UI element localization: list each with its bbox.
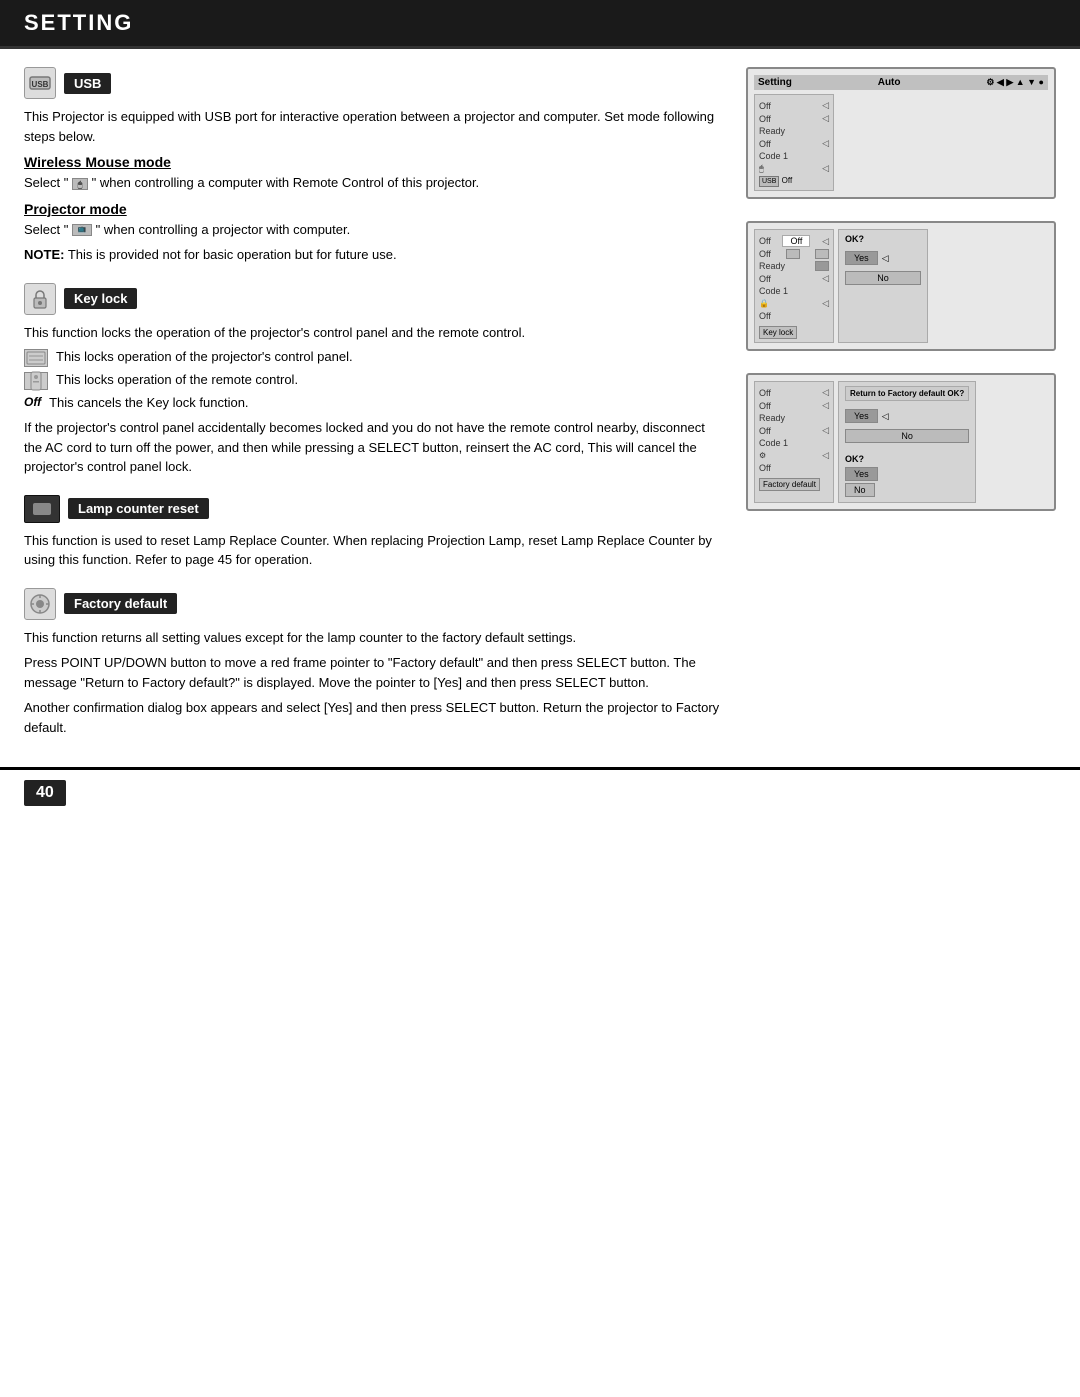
key-lock-label: Key lock [64, 288, 137, 309]
lamp-counter-section-heading: Lamp counter reset [24, 495, 726, 523]
usb-note: NOTE: This is provided not for basic ope… [24, 245, 726, 265]
factory-default-label: Factory default [64, 593, 177, 614]
fd-row-4: Off ◁ [759, 425, 829, 436]
usb-label: USB [64, 73, 111, 94]
bullet-remote-text: This locks operation of the remote contr… [56, 371, 298, 389]
fd-no2-btn: No [845, 483, 875, 497]
usb-screen-icons: ⚙ ◀ ▶ ▲ ▼ ● [986, 77, 1044, 88]
off-icon: Off [24, 394, 41, 411]
usb-screen-usb-label: USB Off [759, 176, 829, 187]
fd-row-2: Off ◁ [759, 400, 829, 411]
wireless-mouse-text: Select " 🖱 " when controlling a computer… [24, 173, 726, 193]
kl-row-3: Ready [759, 261, 829, 271]
fd-yes-btn: Yes [845, 409, 878, 423]
factory-default-body2: Press POINT UP/DOWN button to move a red… [24, 653, 726, 692]
usb-row-5: Code 1 [759, 151, 829, 161]
projector-mode-heading: Projector mode [24, 201, 726, 217]
usb-screen-panel: Off ◁ Off ◁ Ready Off ◁ Code [754, 94, 834, 191]
usb-screen-mockup: Setting Auto ⚙ ◀ ▶ ▲ ▼ ● Off ◁ Off ◁ Rea… [746, 67, 1056, 199]
kl-row-7: Off [759, 311, 829, 321]
bullet-remote-lock: This locks operation of the remote contr… [24, 371, 726, 390]
page-number: 40 [24, 780, 66, 806]
page-footer: 40 [0, 767, 1080, 816]
fd-row-7: Off [759, 463, 829, 473]
kl-no-btn: No [845, 271, 921, 285]
left-column: USB USB This Projector is equipped with … [24, 67, 726, 743]
usb-screen-body: Off ◁ Off ◁ Ready Off ◁ Code [754, 94, 1048, 191]
lamp-counter-label: Lamp counter reset [68, 498, 209, 519]
factory-default-body1: This function returns all setting values… [24, 628, 726, 648]
factory-tag: Factory default [759, 478, 820, 491]
lamp-counter-icon [24, 495, 60, 523]
usb-row-3: Ready [759, 126, 829, 136]
factory-default-body3: Another confirmation dialog box appears … [24, 698, 726, 737]
usb-screen-topbar: Setting Auto ⚙ ◀ ▶ ▲ ▼ ● [754, 75, 1048, 90]
page-header: SETTING [0, 0, 1080, 46]
usb-row-6: 🖱 ◁ [759, 163, 829, 174]
usb-row-4: Off ◁ [759, 138, 829, 149]
key-lock-section-heading: Key lock [24, 283, 726, 315]
key-lock-screen-mockup: Off Off ◁ Off Ready Off [746, 221, 1056, 351]
factory-default-section-heading: Factory default [24, 588, 726, 620]
page-title: SETTING [24, 10, 133, 36]
kl-yes-btn: Yes [845, 251, 878, 265]
bullet-off: Off This cancels the Key lock function. [24, 394, 726, 412]
kl-ok-text: OK? [845, 234, 921, 244]
usb-row-2: Off ◁ [759, 113, 829, 124]
bullet-off-text: This cancels the Key lock function. [49, 394, 248, 412]
panel-lock-icon [24, 349, 48, 367]
usb-screen-setting-label: Setting [758, 77, 792, 88]
usb-screen-auto-label: Auto [878, 77, 901, 88]
remote-lock-icon [24, 372, 48, 390]
projector-mode-text: Select " 📺 " when controlling a projecto… [24, 220, 726, 240]
kl-row-4: Off ◁ [759, 273, 829, 284]
fd-no-btn: No [845, 429, 969, 443]
usb-intro: This Projector is equipped with USB port… [24, 107, 726, 146]
fd-yes2-btn: Yes [845, 467, 878, 481]
bullet-panel-text: This locks operation of the projector's … [56, 348, 353, 366]
kl-row-5: Code 1 [759, 286, 829, 296]
right-column: Setting Auto ⚙ ◀ ▶ ▲ ▼ ● Off ◁ Off ◁ Rea… [746, 67, 1056, 743]
factory-screen-panel: Off ◁ Off ◁ Ready Off ◁ Code [754, 381, 834, 503]
lamp-counter-body: This function is used to reset Lamp Repl… [24, 531, 726, 570]
kl-row-1: Off Off ◁ [759, 235, 829, 247]
factory-ok-panels: Return to Factory default OK? Yes ◁ No O… [838, 381, 976, 503]
bullet-panel-lock: This locks operation of the projector's … [24, 348, 726, 367]
fd-row-6: ⚙ ◁ [759, 450, 829, 461]
wireless-mouse-heading: Wireless Mouse mode [24, 154, 726, 170]
fd-row-3: Ready [759, 413, 829, 423]
usb-icon: USB [24, 67, 56, 99]
usb-row-1: Off ◁ [759, 100, 829, 111]
fd-row-1: Off ◁ [759, 387, 829, 398]
fd-row-5: Code 1 [759, 438, 829, 448]
key-lock-tag: Key lock [759, 326, 797, 339]
factory-screen-body: Off ◁ Off ◁ Ready Off ◁ Code [754, 381, 1048, 503]
factory-return-text: Return to Factory default OK? [845, 386, 969, 401]
factory-default-icon [24, 588, 56, 620]
key-lock-screen-body: Off Off ◁ Off Ready Off [754, 229, 1048, 343]
key-lock-intro: This function locks the operation of the… [24, 323, 726, 343]
kl-row-6: 🔒 ◁ [759, 298, 829, 309]
key-lock-icon [24, 283, 56, 315]
key-lock-body: If the projector's control panel acciden… [24, 418, 726, 477]
key-lock-ok-panel: OK? Yes ◁ No [838, 229, 928, 343]
fd-ok2-text: OK? [845, 454, 969, 464]
main-content: USB USB This Projector is equipped with … [0, 49, 1080, 767]
kl-row-2: Off [759, 249, 829, 259]
factory-screen-mockup: Off ◁ Off ◁ Ready Off ◁ Code [746, 373, 1056, 511]
usb-section-heading: USB USB [24, 67, 726, 99]
key-lock-screen-panel: Off Off ◁ Off Ready Off [754, 229, 834, 343]
svg-text:USB: USB [32, 80, 49, 89]
